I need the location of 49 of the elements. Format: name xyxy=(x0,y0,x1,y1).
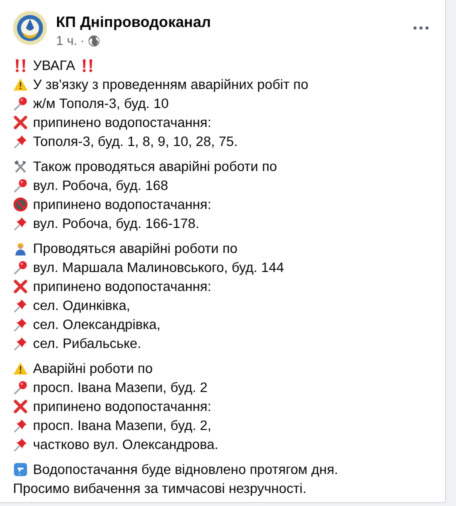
cross-icon xyxy=(13,279,28,294)
post-time[interactable]: 1 ч. xyxy=(56,32,78,49)
water-tap-icon xyxy=(13,462,28,477)
post-text: вул. Робоча, буд. 168 xyxy=(33,178,168,193)
more-options-icon[interactable] xyxy=(413,26,429,30)
pushpin-icon xyxy=(13,298,28,313)
warning-icon xyxy=(13,361,28,376)
separator: · xyxy=(80,32,85,49)
pushpin-icon xyxy=(13,437,28,452)
tools-icon xyxy=(13,159,28,174)
double-exclamation-icon xyxy=(13,58,28,73)
post-text: Водопостачання буде відновлено протягом дня. xyxy=(33,462,338,477)
globe-icon[interactable] xyxy=(88,34,100,46)
round-pin-icon xyxy=(13,178,28,193)
post-text: Також проводяться аварійні роботи по xyxy=(33,159,278,174)
post-text: Просимо вибачення за тимчасові незручності. xyxy=(13,481,306,496)
round-pin-icon xyxy=(13,260,28,275)
post-text: сел. Олександрівка, xyxy=(33,317,160,332)
post-text: припинено водопостачання: xyxy=(33,115,212,130)
post-text: вул. Маршала Малиновського, буд. 144 xyxy=(33,260,284,275)
post-text: ж/м Тополя-3, буд. 10 xyxy=(33,96,169,111)
post-text: Аварійні роботи по xyxy=(33,361,153,376)
pushpin-icon xyxy=(13,216,28,231)
post-text: припинено водопостачання: xyxy=(33,399,212,414)
post-text: сел. Рибальське. xyxy=(33,336,142,351)
post-text: сел. Одинківка, xyxy=(33,298,130,313)
warning-icon xyxy=(13,77,28,92)
round-pin-icon xyxy=(13,380,28,395)
post-text: частково вул. Олександрова. xyxy=(33,437,218,452)
post-text: просп. Івана Мазепи, буд. 2 xyxy=(33,380,208,395)
cross-icon xyxy=(13,399,28,414)
post-text: вул. Робоча, буд. 166-178. xyxy=(33,216,200,231)
author-name[interactable]: КП Дніпроводоканал xyxy=(56,13,211,32)
post-text: припинено водопостачання: xyxy=(33,197,212,212)
post-text: припинено водопостачання: xyxy=(33,279,212,294)
pushpin-icon xyxy=(13,134,28,149)
round-pin-icon xyxy=(13,96,28,111)
prohibited-icon xyxy=(13,197,28,212)
avatar-logo[interactable] xyxy=(12,10,48,46)
pushpin-icon xyxy=(13,336,28,351)
pushpin-icon xyxy=(13,418,28,433)
post-text: Тополя-3, буд. 1, 8, 9, 10, 28, 75. xyxy=(33,134,238,149)
post-text: просп. Івана Мазепи, буд. 2, xyxy=(33,418,212,433)
post-text: УВАГА xyxy=(33,58,76,73)
post-text: У зв'язку з проведенням аварійних робіт по xyxy=(33,77,308,92)
post-text: Проводяться аварійні роботи по xyxy=(33,241,238,256)
pushpin-icon xyxy=(13,317,28,332)
worker-icon xyxy=(13,241,28,256)
cross-icon xyxy=(13,115,28,130)
